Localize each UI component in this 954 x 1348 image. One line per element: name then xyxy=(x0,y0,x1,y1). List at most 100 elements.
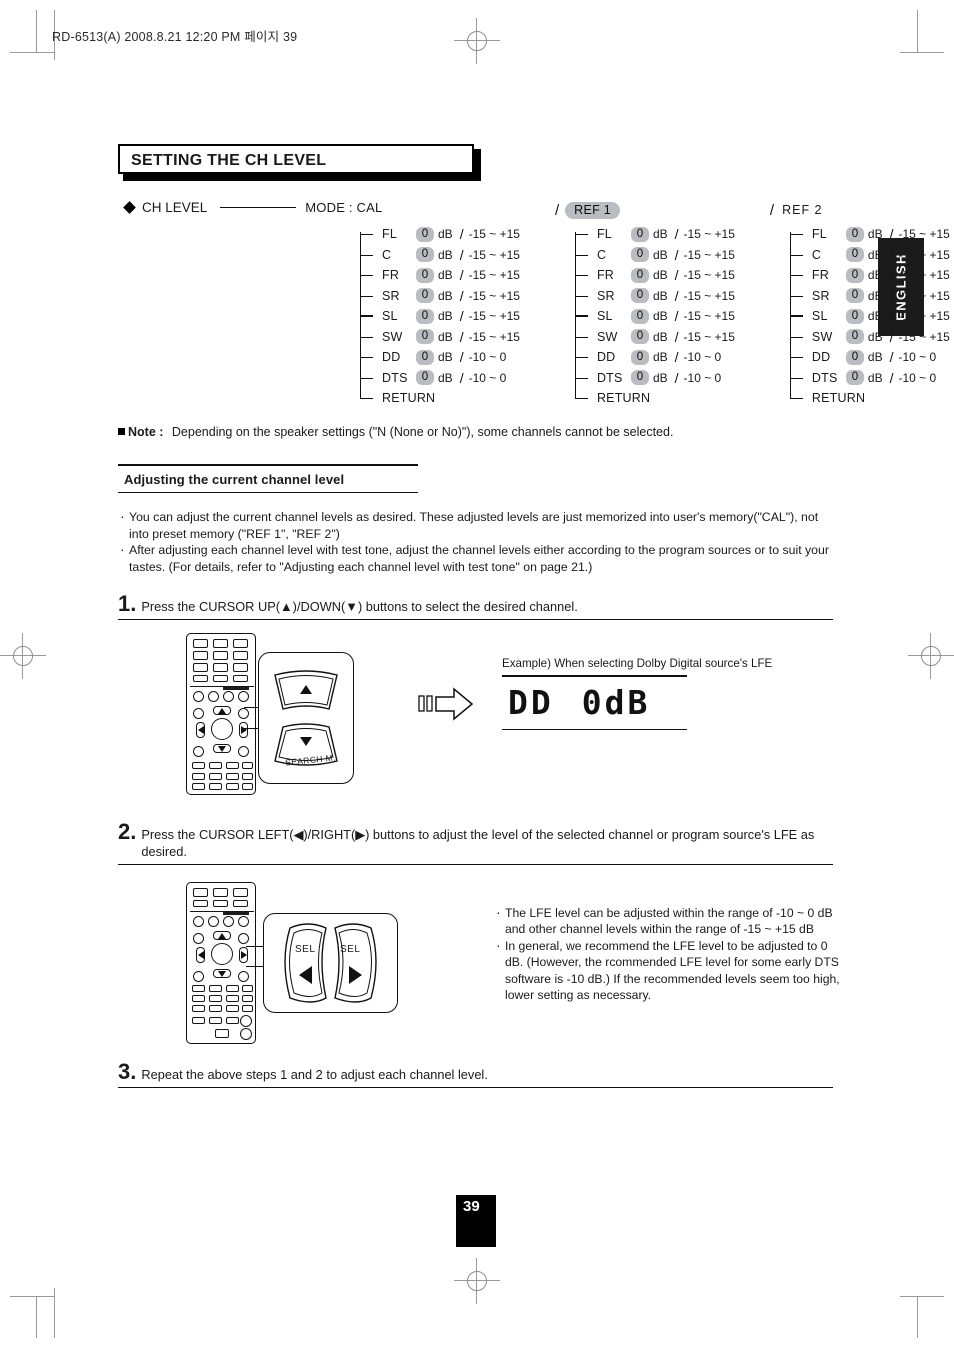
page-number: 39 xyxy=(463,1198,480,1215)
tree-row[interactable]: C 0 dB / -15 ~ +15 xyxy=(789,245,950,266)
tree-row[interactable]: SR 0 dB / -15 ~ +15 xyxy=(360,286,520,307)
tree-row[interactable]: SL 0 dB / -15 ~ +15 xyxy=(574,306,735,327)
channel-value-badge[interactable]: 0 xyxy=(845,267,864,283)
tree-row[interactable]: SW 0 dB / -15 ~ +15 xyxy=(789,327,950,348)
tree-row[interactable]: SR 0 dB / -15 ~ +15 xyxy=(789,286,950,307)
tree-row[interactable]: DD 0 dB / -10 ~ 0 xyxy=(360,347,520,368)
channel-value-badge[interactable]: 0 xyxy=(416,370,434,386)
slash-separator-icon: / xyxy=(889,226,894,243)
tree-row[interactable]: SL 0 dB / -15 ~ +15 xyxy=(789,306,950,327)
channel-name: DTS xyxy=(382,370,408,385)
channel-name: DD xyxy=(811,350,831,365)
channel-value-badge[interactable]: 0 xyxy=(416,308,434,324)
channel-range: -10 ~ 0 xyxy=(468,350,507,365)
channel-range: -10 ~ 0 xyxy=(898,370,937,385)
channel-value-badge[interactable]: 0 xyxy=(416,288,434,304)
channel-range: -15 ~ +15 xyxy=(683,309,735,324)
channel-name: DD xyxy=(596,350,616,365)
channel-value-badge[interactable]: 0 xyxy=(630,226,649,242)
slash-separator-icon: / xyxy=(889,369,894,386)
channel-value-badge[interactable]: 0 xyxy=(845,370,864,386)
list-item: After adjusting each channel level with … xyxy=(120,541,835,575)
channel-range: -15 ~ +15 xyxy=(898,247,950,262)
tree-row[interactable]: FL 0 dB / -15 ~ +15 xyxy=(789,224,950,245)
tree-row[interactable]: DTS 0 dB / -10 ~ 0 xyxy=(574,368,735,389)
channel-name: FR xyxy=(596,268,615,283)
slash-separator-icon: / xyxy=(459,349,464,366)
step-2-head: 2. Press the CURSOR LEFT(◀)/RIGHT(▶) but… xyxy=(118,819,833,860)
slash-separator-icon: / xyxy=(889,246,894,263)
tree-row[interactable]: DTS 0 dB / -10 ~ 0 xyxy=(789,368,950,389)
channel-value-badge[interactable]: 0 xyxy=(845,247,864,263)
channel-unit: dB xyxy=(652,329,668,344)
section-title-text: SETTING THE CH LEVEL xyxy=(131,152,327,169)
tree-row-return[interactable]: RETURN xyxy=(360,388,520,409)
cursor-up-arrow-icon xyxy=(218,708,226,714)
channel-value-badge[interactable]: 0 xyxy=(630,288,649,304)
channel-value-badge[interactable]: 0 xyxy=(630,267,649,283)
tree-row-return[interactable]: RETURN xyxy=(789,388,950,409)
channel-value-badge[interactable]: 0 xyxy=(845,226,864,242)
channel-value-badge[interactable]: 0 xyxy=(630,308,649,324)
slash-separator-icon: / xyxy=(459,267,464,284)
channel-value-badge[interactable]: 0 xyxy=(845,288,864,304)
channel-value-badge[interactable]: 0 xyxy=(630,329,649,345)
channel-name: C xyxy=(596,247,607,262)
tree-row[interactable]: DTS 0 dB / -10 ~ 0 xyxy=(360,368,520,389)
crop-mark-br-v xyxy=(917,1296,918,1338)
channel-value-badge[interactable]: 0 xyxy=(630,370,649,386)
channel-name: SW xyxy=(382,329,403,344)
tree-row[interactable]: DD 0 dB / -10 ~ 0 xyxy=(789,347,950,368)
tree-row[interactable]: C 0 dB / -15 ~ +15 xyxy=(360,245,520,266)
tree-row[interactable]: FL 0 dB / -15 ~ +15 xyxy=(574,224,735,245)
tree-row[interactable]: FR 0 dB / -15 ~ +15 xyxy=(789,265,950,286)
page-number-block: 39 xyxy=(456,1195,496,1247)
channel-value-badge[interactable]: 0 xyxy=(416,329,434,345)
channel-value-badge[interactable]: 0 xyxy=(416,267,434,283)
channel-value-badge[interactable]: 0 xyxy=(630,349,649,365)
channel-value-badge[interactable]: 0 xyxy=(416,247,434,263)
step2-bullets: The LFE level can be adjusted within the… xyxy=(496,904,841,1003)
step-3-number: 3. xyxy=(118,1059,137,1084)
tree-row[interactable]: FL 0 dB / -15 ~ +15 xyxy=(360,224,520,245)
lcd-example-caption: Example) When selecting Dolby Digital so… xyxy=(502,657,773,670)
return-label: RETURN xyxy=(811,391,866,406)
channel-value-badge[interactable]: 0 xyxy=(845,329,864,345)
slash-separator-icon: / xyxy=(674,287,679,304)
tree-row-return[interactable]: RETURN xyxy=(574,388,735,409)
tree-row[interactable]: SW 0 dB / -15 ~ +15 xyxy=(360,327,520,348)
channel-value-badge[interactable]: 0 xyxy=(845,349,864,365)
tree-row[interactable]: SW 0 dB / -15 ~ +15 xyxy=(574,327,735,348)
tree-row[interactable]: C 0 dB / -15 ~ +15 xyxy=(574,245,735,266)
slash-separator-icon: / xyxy=(459,246,464,263)
channel-range: -10 ~ 0 xyxy=(898,350,937,365)
channel-unit: dB xyxy=(438,329,453,344)
lcd-example-block: Example) When selecting Dolby Digital so… xyxy=(502,657,772,730)
tree-row[interactable]: SR 0 dB / -15 ~ +15 xyxy=(574,286,735,307)
note-text: Depending on the speaker settings ("N (N… xyxy=(171,425,674,439)
tree-column: CALFL0dB/-15 ~ +15C0dB/-15 ~ +15FR0dB/-1… xyxy=(340,200,520,409)
channel-name: DTS xyxy=(596,370,623,385)
channel-range: -15 ~ +15 xyxy=(468,227,520,242)
channel-range: -15 ~ +15 xyxy=(683,329,735,344)
step-1-head: 1. Press the CURSOR UP(▲)/DOWN(▼) button… xyxy=(118,591,833,616)
note-label: Note : xyxy=(128,425,164,439)
channel-value-badge[interactable]: 0 xyxy=(845,308,864,324)
channel-value-badge[interactable]: 0 xyxy=(416,226,434,242)
subsection-rule-bottom xyxy=(118,491,418,494)
lcd-display: DD 0dB xyxy=(502,677,772,729)
tree-row[interactable]: DD 0 dB / -10 ~ 0 xyxy=(574,347,735,368)
slash-separator-icon: / xyxy=(674,349,679,366)
channel-unit: dB xyxy=(867,309,883,324)
step-1-number: 1. xyxy=(118,591,137,616)
tree-row[interactable]: FR 0 dB / -15 ~ +15 xyxy=(360,265,520,286)
channel-value-badge[interactable]: 0 xyxy=(630,247,649,263)
lcd-display-right: 0dB xyxy=(581,683,651,722)
tree-row[interactable]: SL 0 dB / -15 ~ +15 xyxy=(360,306,520,327)
channel-range: -15 ~ +15 xyxy=(468,247,520,262)
tree-row[interactable]: FR 0 dB / -15 ~ +15 xyxy=(574,265,735,286)
slash-separator-icon: / xyxy=(889,308,894,325)
channel-value-badge[interactable]: 0 xyxy=(416,349,434,365)
step-2-number: 2. xyxy=(118,819,137,844)
callout-step2-buttons xyxy=(284,923,377,1003)
